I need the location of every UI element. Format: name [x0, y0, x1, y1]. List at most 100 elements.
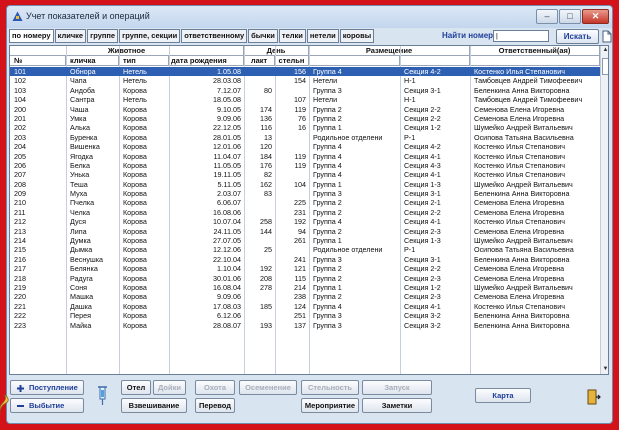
card-button[interactable]: Карта — [475, 388, 531, 403]
scroll-down-icon[interactable]: ▼ — [601, 365, 608, 374]
scroll-thumb[interactable] — [602, 58, 608, 75]
cell-number: 211 — [14, 207, 26, 217]
table-row[interactable]: 201 Умка Корова 9.09.06 136 76 Группа 2 Секция … — [10, 114, 600, 123]
table-row[interactable]: 218 Радуга Корова 30.01.06 208 115 Группа 2 Сек… — [10, 274, 600, 283]
table-row[interactable]: 103 Андоба Корова 7.12.07 80 Группа 3 Секция 3… — [10, 86, 600, 95]
table-row[interactable]: 209 Муха Корова 2.03.07 83 Группа 3 Секция 3-1… — [10, 189, 600, 198]
maximize-button[interactable]: □ — [559, 9, 581, 24]
scroll-up-icon[interactable]: ▲ — [601, 46, 608, 55]
remove-animal-button[interactable]: Выбытие — [10, 398, 84, 413]
table-row[interactable]: 207 Унька Корова 19.11.05 82 Группа 4 Секция 4… — [10, 170, 600, 179]
sort-by-number-tab[interactable]: по номеру — [9, 29, 54, 43]
table-row[interactable]: 102 Чапа Нетель 28.03.08 154 Нетели Н-1 Тамбовц… — [10, 76, 600, 85]
col-pregnancy[interactable]: стельн — [275, 56, 309, 66]
table-row[interactable]: 212 Дуся Корова 10.07.04 258 192 Группа 4 Секци… — [10, 217, 600, 226]
cell-responsible: Беленкина Анна Викторовна — [474, 189, 570, 199]
sort-by-group-section-tab[interactable]: группе, секции — [119, 29, 181, 43]
table-row[interactable]: 203 Буренка Корова 28.01.05 13 Родильное отде… — [10, 133, 600, 142]
filter-heifers-tab[interactable]: телки — [278, 29, 306, 43]
table-row[interactable]: 216 Веснушка Корова 22.10.04 241 Группа 3 Секц… — [10, 255, 600, 264]
cell-type: Корова — [123, 123, 147, 133]
add-animal-button[interactable]: Поступление — [10, 380, 84, 395]
insemination-button[interactable]: Осеменение — [239, 380, 297, 395]
sort-by-responsible-tab[interactable]: ответственному — [181, 29, 248, 43]
cell-lactation: 185 — [260, 301, 272, 311]
table-row[interactable]: 215 Дымка Корова 12.12.06 25 Родильное отделе… — [10, 245, 600, 254]
filter-cows-tab[interactable]: коровы — [339, 29, 375, 43]
col-group[interactable] — [309, 56, 400, 66]
title-bar[interactable]: Учет показателей и операций – □ ✕ — [7, 6, 612, 28]
table-row[interactable]: 205 Ягодка Корова 11.04.07 184 119 Группа 4 Сек… — [10, 152, 600, 161]
cell-type: Корова — [123, 132, 147, 142]
table-row[interactable]: 200 Чаша Корова 9.10.05 174 119 Группа 2 Секция… — [10, 105, 600, 114]
table-row[interactable]: 222 Перея Корова 6.12.06 251 Группа 3 Секция 3… — [10, 311, 600, 320]
cell-number: 214 — [14, 236, 26, 246]
table-row[interactable]: 211 Челка Корова 16.08.06 231 Группа 2 Секция … — [10, 208, 600, 217]
table-row[interactable]: 204 Вишенка Корова 12.01.06 120 Группа 4 Секци… — [10, 142, 600, 151]
notes-button[interactable]: Заметки — [362, 398, 432, 413]
table-row[interactable]: 206 Белка Корова 11.05.05 176 119 Группа 4 Секц… — [10, 161, 600, 170]
dry-off-button[interactable]: Запуск — [362, 380, 432, 395]
cell-number: 205 — [14, 151, 26, 161]
cell-type: Нетель — [123, 67, 147, 76]
cell-section: Секция 1-2 — [404, 282, 441, 292]
cell-group: Нетели — [313, 95, 338, 105]
cell-lactation: 162 — [260, 179, 272, 189]
minimize-button[interactable]: – — [536, 9, 558, 24]
cell-group: Группа 4 — [313, 217, 342, 227]
close-button[interactable]: ✕ — [582, 9, 609, 24]
table-row[interactable]: 208 Теша Корова 5.11.05 162 104 Группа 1 Секция… — [10, 180, 600, 189]
transfer-button[interactable]: Перевод — [195, 398, 235, 413]
milking-button[interactable]: Дойки — [153, 380, 186, 395]
cell-responsible: Тамбовцев Андрей Тимофеевич — [474, 76, 583, 86]
filter-bulls-tab[interactable]: бычки — [248, 29, 278, 43]
table-row[interactable]: 210 Пчелка Корова 6.06.07 225 Группа 2 Секция … — [10, 198, 600, 207]
cell-birth-date: 11.04.07 — [213, 151, 241, 161]
table-row[interactable]: 217 Белянка Корова 1.10.04 192 121 Группа 2 Сек… — [10, 264, 600, 273]
cell-birth-date: 16.08.04 — [213, 282, 241, 292]
search-button[interactable]: Искать — [556, 29, 599, 44]
table-row[interactable]: 221 Дашка Корова 17.08.03 185 124 Группа 4 Секц… — [10, 302, 600, 311]
document-icon[interactable] — [602, 30, 612, 43]
weighing-button[interactable]: Взвешивание — [121, 398, 187, 413]
table-row[interactable]: 213 Липа Корова 24.11.05 144 94 Группа 2 Секция… — [10, 227, 600, 236]
cell-number: 215 — [14, 245, 26, 255]
cell-birth-date: 28.01.05 — [213, 132, 241, 142]
col-section[interactable] — [400, 56, 470, 66]
pregnancy-button[interactable]: Стельность — [301, 380, 359, 395]
table-row[interactable]: 104 Сантра Нетель 18.05.08 107 Нетели Н-1 Тамбо… — [10, 95, 600, 104]
col-birth-date[interactable]: дата рождения — [169, 56, 244, 66]
cell-section: Секция 4-1 — [404, 217, 441, 227]
cell-birth-date: 6.06.07 — [217, 198, 241, 208]
heat-button[interactable]: Охота — [195, 380, 235, 395]
table-row[interactable]: 223 Майка Корова 28.08.07 193 137 Группа 3 Секц… — [10, 321, 600, 330]
col-name[interactable]: кличка — [66, 56, 119, 66]
table-row[interactable]: 219 Соня Корова 16.08.04 278 214 Группа 1 Секци… — [10, 283, 600, 292]
cell-group: Родильное отделени — [313, 132, 383, 142]
cell-responsible: Костенко Илья Степанович — [474, 217, 566, 227]
cell-section: Секция 1-3 — [404, 179, 441, 189]
find-number-input[interactable] — [493, 30, 549, 42]
cell-birth-date: 2.03.07 — [217, 189, 241, 199]
table-row[interactable]: 101 Обнора Нетель 1.05.08 156 Группа 4 Секция … — [10, 67, 600, 77]
col-type[interactable]: тип — [119, 56, 169, 66]
sort-by-group-tab[interactable]: группе — [87, 29, 119, 43]
exit-door-icon[interactable] — [587, 389, 601, 405]
col-lactation[interactable]: лакт — [244, 56, 275, 66]
col-responsible[interactable] — [470, 56, 600, 66]
event-button[interactable]: Мероприятие — [301, 398, 359, 413]
cell-section: Секция 3-1 — [404, 254, 441, 264]
filter-pregnant-heifers-tab[interactable]: нетели — [306, 29, 339, 43]
sort-by-name-tab[interactable]: кличке — [54, 29, 87, 43]
cell-lactation: 13 — [264, 132, 272, 142]
table-row[interactable]: 214 Думка Корова 27.07.05 261 Группа 1 Секция … — [10, 236, 600, 245]
cell-name: Соня — [70, 282, 88, 292]
cell-lactation — [244, 67, 272, 76]
table-row[interactable]: 220 Машка Корова 9.09.06 238 Группа 2 Секция 2… — [10, 292, 600, 301]
col-number[interactable]: № — [10, 56, 66, 66]
syringe-icon[interactable] — [93, 384, 111, 406]
vertical-scrollbar[interactable]: ▲ ▼ — [600, 46, 608, 374]
cell-type: Корова — [123, 292, 147, 302]
calving-button[interactable]: Отел — [121, 380, 151, 395]
table-row[interactable]: 202 Алька Корова 22.12.05 116 16 Группа 1 Секци… — [10, 123, 600, 132]
